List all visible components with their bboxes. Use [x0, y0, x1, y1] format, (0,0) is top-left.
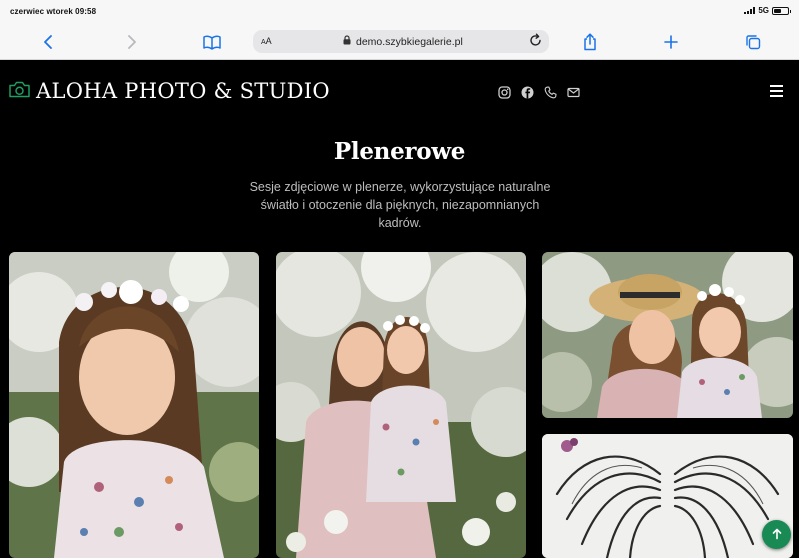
- share-icon[interactable]: [580, 32, 600, 52]
- reload-icon[interactable]: [528, 33, 543, 53]
- mother-daughter-hug-photo[interactable]: [542, 252, 793, 418]
- lock-icon: [343, 35, 351, 48]
- browser-toolbar: AA demo.szybkiegalerie.pl: [0, 24, 799, 60]
- address-bar[interactable]: AA demo.szybkiegalerie.pl: [253, 30, 549, 53]
- camera-icon: [9, 81, 30, 102]
- status-indicators: 5G: [744, 6, 791, 15]
- bookmarks-icon[interactable]: [202, 32, 222, 52]
- arrow-up-icon: [771, 525, 783, 544]
- battery-icon: [772, 6, 791, 15]
- new-tab-icon[interactable]: [661, 32, 681, 52]
- social-links: [498, 86, 580, 99]
- instagram-icon[interactable]: [498, 86, 511, 99]
- signal-icon: [744, 7, 756, 14]
- network-label: 5G: [758, 6, 769, 15]
- back-icon[interactable]: [39, 32, 59, 52]
- phone-icon[interactable]: [544, 86, 557, 99]
- brand-logo[interactable]: ALOHA PHOTO & STUDIO: [9, 79, 330, 103]
- tabs-icon[interactable]: [743, 32, 763, 52]
- status-bar: czerwiec wtorek 09:58 5G: [0, 0, 799, 24]
- site-header: ALOHA PHOTO & STUDIO: [0, 60, 799, 122]
- email-icon[interactable]: [567, 86, 580, 99]
- forward-icon[interactable]: [121, 32, 141, 52]
- scroll-top-button[interactable]: [762, 520, 791, 549]
- page-title: Plenerowe: [333, 138, 466, 165]
- status-time: czerwiec wtorek 09:58: [10, 7, 97, 16]
- page-description: Sesje zdjęciowe w plenerze, wykorzystują…: [249, 180, 551, 230]
- url-display[interactable]: demo.szybkiegalerie.pl: [343, 35, 463, 48]
- brand-name: ALOHA PHOTO & STUDIO: [36, 79, 330, 103]
- text-size-button[interactable]: AA: [261, 36, 272, 46]
- hamburger-icon[interactable]: [770, 85, 783, 97]
- facebook-icon[interactable]: [521, 86, 534, 99]
- mother-daughter-blossoms-photo[interactable]: [276, 252, 526, 558]
- girl-flower-crown-photo[interactable]: [9, 252, 259, 558]
- url-text: demo.szybkiegalerie.pl: [356, 35, 463, 48]
- angel-wings-mural-photo[interactable]: [542, 434, 793, 558]
